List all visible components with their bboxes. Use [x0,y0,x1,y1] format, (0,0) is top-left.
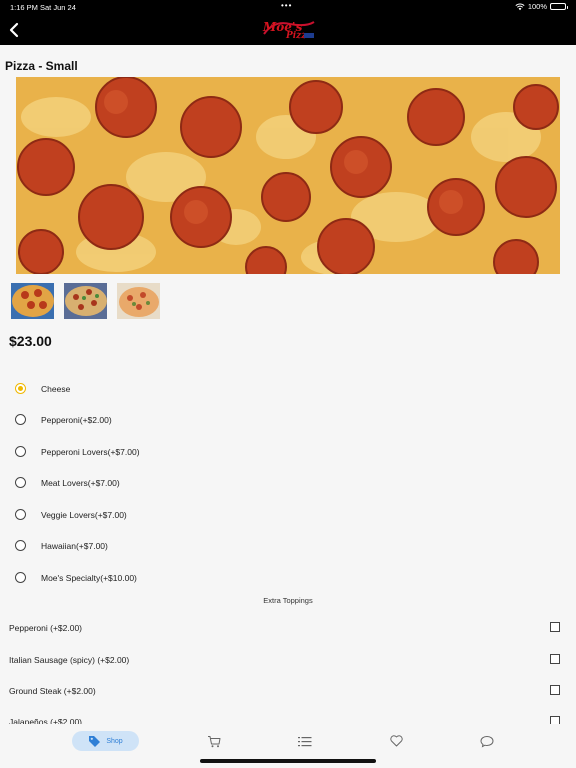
option-label: Moe's Specialty(+$10.00) [41,573,137,583]
tab-shop-label: Shop [106,737,123,745]
tab-favorites[interactable] [386,731,406,751]
option-pepperoni[interactable]: Pepperoni(+$2.00) [0,404,576,435]
option-meat-lovers[interactable]: Meat Lovers(+$7.00) [0,467,576,498]
extra-label: Ground Steak (+$2.00) [9,686,96,696]
status-bar: 1:16 PM Sat Jun 24 ••• 100% [0,0,576,14]
list-icon [298,736,312,746]
home-indicator[interactable] [200,759,376,763]
back-chevron-icon[interactable] [6,20,24,40]
option-label: Meat Lovers(+$7.00) [41,478,120,488]
tab-list[interactable] [295,731,315,751]
image-thumbnails [11,283,160,319]
option-label: Cheese [41,384,71,394]
checkbox[interactable] [550,685,560,695]
battery-percent: 100% [527,2,547,11]
radio-unselected[interactable] [15,540,26,551]
option-label: Hawaiian(+$7.00) [41,541,108,551]
multitask-dots-icon[interactable]: ••• [281,1,292,10]
radio-unselected[interactable] [15,414,26,425]
option-moes-specialty[interactable]: Moe's Specialty(+$10.00) [0,562,576,593]
wifi-icon [515,3,525,10]
battery-icon [550,3,568,10]
moes-pizza-logo: Moe's Pizza [262,20,315,41]
extra-italian-sausage[interactable]: Italian Sausage (spicy) (+$2.00) [0,645,576,676]
tab-cart[interactable] [204,731,224,751]
cart-icon [208,735,221,747]
tab-shop[interactable]: Shop [72,731,139,751]
status-time: 1:16 PM [10,3,38,12]
option-veggie-lovers[interactable]: Veggie Lovers(+$7.00) [0,499,576,530]
extra-pepperoni[interactable]: Pepperoni (+$2.00) [0,613,576,644]
product-title: Pizza - Small [5,59,78,73]
radio-unselected[interactable] [15,446,26,457]
radio-unselected[interactable] [15,477,26,488]
product-hero-image [16,77,560,274]
checkbox[interactable] [550,622,560,632]
top-bar: 1:16 PM Sat Jun 24 ••• 100% Moe's Pizza [0,0,576,45]
option-label: Pepperoni(+$2.00) [41,415,112,425]
extra-toppings-heading: Extra Toppings [263,596,313,605]
tag-icon [89,735,101,747]
thumbnail-3[interactable] [117,283,160,319]
option-label: Veggie Lovers(+$7.00) [41,510,127,520]
extra-ground-steak[interactable]: Ground Steak (+$2.00) [0,676,576,707]
radio-unselected[interactable] [15,509,26,520]
option-pepperoni-lovers[interactable]: Pepperoni Lovers(+$7.00) [0,436,576,467]
option-hawaiian[interactable]: Hawaiian(+$7.00) [0,530,576,561]
tab-messages[interactable] [477,731,497,751]
option-label: Pepperoni Lovers(+$7.00) [41,447,140,457]
status-right: 100% [515,2,568,11]
thumbnail-2[interactable] [64,283,107,319]
product-price: $23.00 [9,333,52,349]
option-cheese[interactable]: Cheese [0,373,576,404]
product-page: 1:16 PM Sat Jun 24 ••• 100% Moe's Pizza [0,0,576,768]
extra-label: Italian Sausage (spicy) (+$2.00) [9,655,130,665]
thumbnail-1[interactable] [11,283,54,319]
status-date: Sat Jun 24 [40,3,76,12]
heart-icon [389,735,403,747]
checkbox[interactable] [550,654,560,664]
radio-unselected[interactable] [15,572,26,583]
chat-icon [480,735,494,747]
radio-selected[interactable] [15,383,26,394]
extra-label: Pepperoni (+$2.00) [9,623,83,633]
